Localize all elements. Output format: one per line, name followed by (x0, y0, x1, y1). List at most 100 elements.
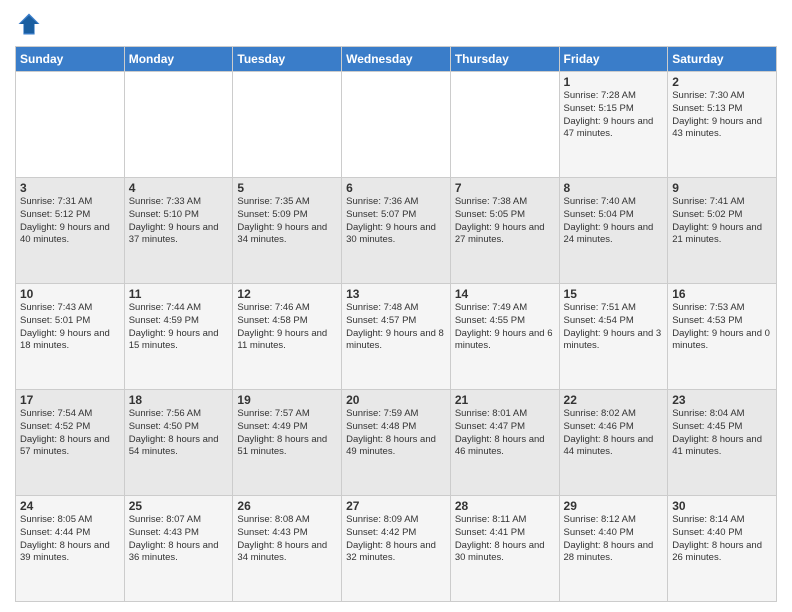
day-cell: 4Sunrise: 7:33 AM Sunset: 5:10 PM Daylig… (124, 178, 233, 284)
day-cell: 29Sunrise: 8:12 AM Sunset: 4:40 PM Dayli… (559, 496, 668, 602)
day-cell: 13Sunrise: 7:48 AM Sunset: 4:57 PM Dayli… (342, 284, 451, 390)
day-info: Sunrise: 7:43 AM Sunset: 5:01 PM Dayligh… (20, 302, 120, 353)
day-cell: 20Sunrise: 7:59 AM Sunset: 4:48 PM Dayli… (342, 390, 451, 496)
day-cell (342, 72, 451, 178)
week-row-5: 24Sunrise: 8:05 AM Sunset: 4:44 PM Dayli… (16, 496, 777, 602)
weekday-header-thursday: Thursday (450, 47, 559, 72)
day-cell (124, 72, 233, 178)
day-number: 10 (20, 287, 120, 301)
day-number: 20 (346, 393, 446, 407)
day-number: 24 (20, 499, 120, 513)
day-number: 1 (564, 75, 664, 89)
day-info: Sunrise: 8:14 AM Sunset: 4:40 PM Dayligh… (672, 514, 772, 565)
day-info: Sunrise: 8:12 AM Sunset: 4:40 PM Dayligh… (564, 514, 664, 565)
day-cell: 27Sunrise: 8:09 AM Sunset: 4:42 PM Dayli… (342, 496, 451, 602)
weekday-header-monday: Monday (124, 47, 233, 72)
weekday-header-wednesday: Wednesday (342, 47, 451, 72)
day-number: 6 (346, 181, 446, 195)
weekday-header-sunday: Sunday (16, 47, 125, 72)
day-info: Sunrise: 7:59 AM Sunset: 4:48 PM Dayligh… (346, 408, 446, 459)
day-info: Sunrise: 8:02 AM Sunset: 4:46 PM Dayligh… (564, 408, 664, 459)
day-number: 17 (20, 393, 120, 407)
day-cell: 23Sunrise: 8:04 AM Sunset: 4:45 PM Dayli… (668, 390, 777, 496)
day-cell: 2Sunrise: 7:30 AM Sunset: 5:13 PM Daylig… (668, 72, 777, 178)
day-number: 22 (564, 393, 664, 407)
day-cell: 8Sunrise: 7:40 AM Sunset: 5:04 PM Daylig… (559, 178, 668, 284)
week-row-1: 1Sunrise: 7:28 AM Sunset: 5:15 PM Daylig… (16, 72, 777, 178)
week-row-2: 3Sunrise: 7:31 AM Sunset: 5:12 PM Daylig… (16, 178, 777, 284)
day-number: 29 (564, 499, 664, 513)
day-number: 18 (129, 393, 229, 407)
day-info: Sunrise: 7:57 AM Sunset: 4:49 PM Dayligh… (237, 408, 337, 459)
day-number: 9 (672, 181, 772, 195)
day-number: 2 (672, 75, 772, 89)
day-cell: 30Sunrise: 8:14 AM Sunset: 4:40 PM Dayli… (668, 496, 777, 602)
day-info: Sunrise: 7:44 AM Sunset: 4:59 PM Dayligh… (129, 302, 229, 353)
logo-icon (15, 10, 43, 38)
day-cell: 22Sunrise: 8:02 AM Sunset: 4:46 PM Dayli… (559, 390, 668, 496)
page: SundayMondayTuesdayWednesdayThursdayFrid… (0, 0, 792, 612)
week-row-4: 17Sunrise: 7:54 AM Sunset: 4:52 PM Dayli… (16, 390, 777, 496)
day-info: Sunrise: 7:54 AM Sunset: 4:52 PM Dayligh… (20, 408, 120, 459)
day-number: 26 (237, 499, 337, 513)
day-number: 12 (237, 287, 337, 301)
day-number: 7 (455, 181, 555, 195)
day-cell: 24Sunrise: 8:05 AM Sunset: 4:44 PM Dayli… (16, 496, 125, 602)
day-number: 30 (672, 499, 772, 513)
logo (15, 10, 47, 38)
day-info: Sunrise: 8:05 AM Sunset: 4:44 PM Dayligh… (20, 514, 120, 565)
day-info: Sunrise: 7:49 AM Sunset: 4:55 PM Dayligh… (455, 302, 555, 353)
day-cell: 21Sunrise: 8:01 AM Sunset: 4:47 PM Dayli… (450, 390, 559, 496)
day-cell: 28Sunrise: 8:11 AM Sunset: 4:41 PM Dayli… (450, 496, 559, 602)
day-cell: 16Sunrise: 7:53 AM Sunset: 4:53 PM Dayli… (668, 284, 777, 390)
day-number: 14 (455, 287, 555, 301)
day-cell: 25Sunrise: 8:07 AM Sunset: 4:43 PM Dayli… (124, 496, 233, 602)
week-row-3: 10Sunrise: 7:43 AM Sunset: 5:01 PM Dayli… (16, 284, 777, 390)
day-cell: 14Sunrise: 7:49 AM Sunset: 4:55 PM Dayli… (450, 284, 559, 390)
day-info: Sunrise: 7:51 AM Sunset: 4:54 PM Dayligh… (564, 302, 664, 353)
day-cell: 18Sunrise: 7:56 AM Sunset: 4:50 PM Dayli… (124, 390, 233, 496)
day-cell: 5Sunrise: 7:35 AM Sunset: 5:09 PM Daylig… (233, 178, 342, 284)
day-cell: 1Sunrise: 7:28 AM Sunset: 5:15 PM Daylig… (559, 72, 668, 178)
day-info: Sunrise: 7:35 AM Sunset: 5:09 PM Dayligh… (237, 196, 337, 247)
day-info: Sunrise: 7:48 AM Sunset: 4:57 PM Dayligh… (346, 302, 446, 353)
day-cell: 9Sunrise: 7:41 AM Sunset: 5:02 PM Daylig… (668, 178, 777, 284)
day-info: Sunrise: 8:01 AM Sunset: 4:47 PM Dayligh… (455, 408, 555, 459)
day-number: 19 (237, 393, 337, 407)
header (15, 10, 777, 38)
day-cell: 12Sunrise: 7:46 AM Sunset: 4:58 PM Dayli… (233, 284, 342, 390)
weekday-header-friday: Friday (559, 47, 668, 72)
weekday-header-row: SundayMondayTuesdayWednesdayThursdayFrid… (16, 47, 777, 72)
day-info: Sunrise: 8:09 AM Sunset: 4:42 PM Dayligh… (346, 514, 446, 565)
day-info: Sunrise: 8:04 AM Sunset: 4:45 PM Dayligh… (672, 408, 772, 459)
day-number: 11 (129, 287, 229, 301)
day-cell: 10Sunrise: 7:43 AM Sunset: 5:01 PM Dayli… (16, 284, 125, 390)
day-cell: 11Sunrise: 7:44 AM Sunset: 4:59 PM Dayli… (124, 284, 233, 390)
day-number: 3 (20, 181, 120, 195)
weekday-header-tuesday: Tuesday (233, 47, 342, 72)
day-info: Sunrise: 7:38 AM Sunset: 5:05 PM Dayligh… (455, 196, 555, 247)
day-info: Sunrise: 7:36 AM Sunset: 5:07 PM Dayligh… (346, 196, 446, 247)
day-cell: 6Sunrise: 7:36 AM Sunset: 5:07 PM Daylig… (342, 178, 451, 284)
day-info: Sunrise: 7:30 AM Sunset: 5:13 PM Dayligh… (672, 90, 772, 141)
day-cell: 3Sunrise: 7:31 AM Sunset: 5:12 PM Daylig… (16, 178, 125, 284)
day-info: Sunrise: 7:40 AM Sunset: 5:04 PM Dayligh… (564, 196, 664, 247)
day-info: Sunrise: 7:41 AM Sunset: 5:02 PM Dayligh… (672, 196, 772, 247)
day-info: Sunrise: 7:28 AM Sunset: 5:15 PM Dayligh… (564, 90, 664, 141)
day-cell: 17Sunrise: 7:54 AM Sunset: 4:52 PM Dayli… (16, 390, 125, 496)
day-cell: 26Sunrise: 8:08 AM Sunset: 4:43 PM Dayli… (233, 496, 342, 602)
day-info: Sunrise: 8:07 AM Sunset: 4:43 PM Dayligh… (129, 514, 229, 565)
day-cell: 7Sunrise: 7:38 AM Sunset: 5:05 PM Daylig… (450, 178, 559, 284)
day-info: Sunrise: 7:56 AM Sunset: 4:50 PM Dayligh… (129, 408, 229, 459)
day-number: 21 (455, 393, 555, 407)
day-number: 27 (346, 499, 446, 513)
day-info: Sunrise: 7:46 AM Sunset: 4:58 PM Dayligh… (237, 302, 337, 353)
day-number: 25 (129, 499, 229, 513)
day-info: Sunrise: 8:11 AM Sunset: 4:41 PM Dayligh… (455, 514, 555, 565)
day-cell: 19Sunrise: 7:57 AM Sunset: 4:49 PM Dayli… (233, 390, 342, 496)
day-info: Sunrise: 7:53 AM Sunset: 4:53 PM Dayligh… (672, 302, 772, 353)
day-info: Sunrise: 7:33 AM Sunset: 5:10 PM Dayligh… (129, 196, 229, 247)
day-cell (16, 72, 125, 178)
day-number: 23 (672, 393, 772, 407)
day-info: Sunrise: 7:31 AM Sunset: 5:12 PM Dayligh… (20, 196, 120, 247)
